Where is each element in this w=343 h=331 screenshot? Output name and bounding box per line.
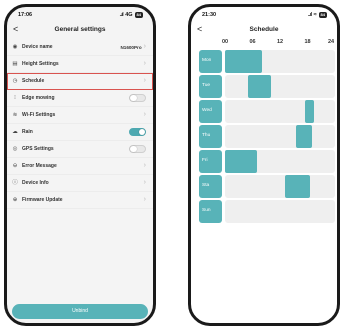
edge-mowing-toggle[interactable] [129, 93, 146, 103]
settings-row-label: Device name [22, 44, 53, 50]
update-icon: ⊕ [12, 197, 18, 203]
schedule-day-row: Sun [191, 200, 337, 223]
settings-row-label: Edge mowing [22, 95, 55, 101]
settings-row-label: Rain [22, 129, 33, 135]
settings-row-label: Schedule [22, 78, 45, 84]
schedule-day-row: Fri [191, 150, 337, 173]
day-timeline[interactable] [225, 100, 335, 123]
status-bar: 21:30 ..ıl ≈ 84 [191, 7, 337, 22]
schedule-block[interactable] [284, 175, 310, 198]
status-bar: 17:06 ..ıl 4G 84 [7, 7, 153, 22]
schedule-day-row: Mon [191, 50, 337, 73]
nav-bar: < Schedule [191, 22, 337, 36]
page-title: General settings [54, 25, 106, 33]
battery-icon: 84 [318, 11, 327, 18]
schedule-grid: Mon Tue Wed Thu Fri Sta Sun [191, 50, 337, 223]
settings-row-label: Wi-Fi Settings [22, 112, 56, 118]
settings-row-gps-settings[interactable]: ◎ GPS Settings [7, 141, 153, 158]
hour-tick-label: 00 [221, 39, 229, 45]
rain-icon: ☁ [12, 129, 18, 135]
schedule-day-row: Tue [191, 75, 337, 98]
device-icon: ◉ [12, 44, 18, 50]
hour-tick-label: 12 [276, 39, 284, 45]
settings-row-rain[interactable]: ☁ Rain [7, 124, 153, 141]
schedule-phone: 21:30 ..ıl ≈ 84 < Schedule 00 06 12 18 24 Mo… [188, 4, 340, 326]
settings-row-label: Error Message [22, 163, 57, 169]
settings-list: ◉ Device name N1600Pro › ▤ Height Settings › ◷ S… [7, 39, 153, 209]
day-label[interactable]: Thu [199, 125, 222, 148]
schedule-block[interactable] [225, 150, 258, 173]
settings-row-device-name[interactable]: ◉ Device name N1600Pro › [7, 39, 153, 56]
status-time: 21:30 [202, 11, 217, 18]
hours-axis: 00 06 12 18 24 [191, 39, 337, 49]
status-time: 17:06 [18, 11, 33, 18]
settings-row-value: N1600Pro [120, 44, 142, 50]
day-label[interactable]: Sta [199, 175, 222, 198]
settings-row-wifi-settings[interactable]: ≋ Wi-Fi Settings › [7, 107, 153, 124]
chevron-right-icon: › [143, 179, 146, 186]
settings-row-height-settings[interactable]: ▤ Height Settings › [7, 56, 153, 73]
schedule-block[interactable] [225, 50, 262, 73]
day-label[interactable]: Tue [199, 75, 222, 98]
day-label[interactable]: Sun [199, 200, 222, 223]
toggle-knob [130, 94, 137, 102]
day-label[interactable]: Mon [199, 50, 222, 73]
general-settings-phone: 17:06 ..ıl 4G 84 < General settings ◉ Dev… [4, 4, 156, 326]
settings-row-label: Firmware Update [22, 197, 63, 203]
hour-tick-label: 06 [249, 39, 256, 45]
day-timeline[interactable] [225, 75, 335, 98]
day-label[interactable]: Wed [199, 100, 222, 123]
schedule-day-row: Thu [191, 125, 337, 148]
day-timeline[interactable] [225, 175, 335, 198]
gps-icon: ◎ [12, 146, 18, 152]
toggle-knob [130, 145, 137, 153]
signal-icon: ..ıl [307, 11, 312, 18]
unbind-button[interactable]: Unbind [12, 304, 148, 319]
chevron-right-icon: › [143, 111, 146, 118]
wifi-icon: ≋ [12, 112, 18, 118]
wifi-icon: ≈ [313, 11, 317, 18]
page-title: Schedule [249, 25, 279, 33]
info-icon: ⓘ [12, 180, 18, 186]
gps-settings-toggle[interactable] [129, 144, 146, 154]
schedule-block[interactable] [296, 125, 313, 148]
chevron-right-icon: › [143, 43, 146, 50]
settings-row-schedule[interactable]: ◷ Schedule › [7, 73, 153, 90]
chevron-right-icon: › [143, 196, 146, 203]
battery-icon: 84 [134, 11, 143, 18]
schedule-day-row: Sta [191, 175, 337, 198]
settings-row-label: Height Settings [22, 61, 59, 67]
hour-tick-label: 18 [304, 39, 311, 45]
schedule-block[interactable] [305, 100, 315, 123]
day-timeline[interactable] [225, 50, 335, 73]
clock-icon: ◷ [12, 78, 18, 84]
signal-icon: ..ıl [119, 11, 124, 18]
settings-row-label: Device Info [22, 180, 49, 186]
back-icon[interactable]: < [197, 23, 202, 35]
day-timeline[interactable] [225, 150, 335, 173]
settings-row-label: GPS Settings [22, 146, 54, 152]
error-icon: ⊖ [12, 163, 18, 169]
chevron-right-icon: › [143, 77, 146, 84]
hour-tick-label: 24 [327, 39, 335, 45]
settings-row-device-info[interactable]: ⓘ Device Info › [7, 175, 153, 192]
nav-bar: < General settings [7, 22, 153, 36]
settings-row-error-message[interactable]: ⊖ Error Message › [7, 158, 153, 175]
rain-toggle[interactable] [129, 127, 146, 137]
day-timeline[interactable] [225, 200, 335, 223]
height-icon: ▤ [12, 61, 18, 67]
back-icon[interactable]: < [13, 23, 18, 35]
network-type: 4G [125, 11, 133, 18]
day-timeline[interactable] [225, 125, 335, 148]
chevron-right-icon: › [143, 60, 146, 67]
schedule-day-row: Wed [191, 100, 337, 123]
schedule-block[interactable] [247, 75, 271, 98]
toggle-knob [138, 128, 145, 136]
edge-icon: ⁝ [14, 95, 16, 101]
day-label[interactable]: Fri [199, 150, 222, 173]
settings-row-firmware-update[interactable]: ⊕ Firmware Update › [7, 192, 153, 209]
settings-row-edge-mowing[interactable]: ⁝ Edge mowing [7, 90, 153, 107]
chevron-right-icon: › [143, 162, 146, 169]
